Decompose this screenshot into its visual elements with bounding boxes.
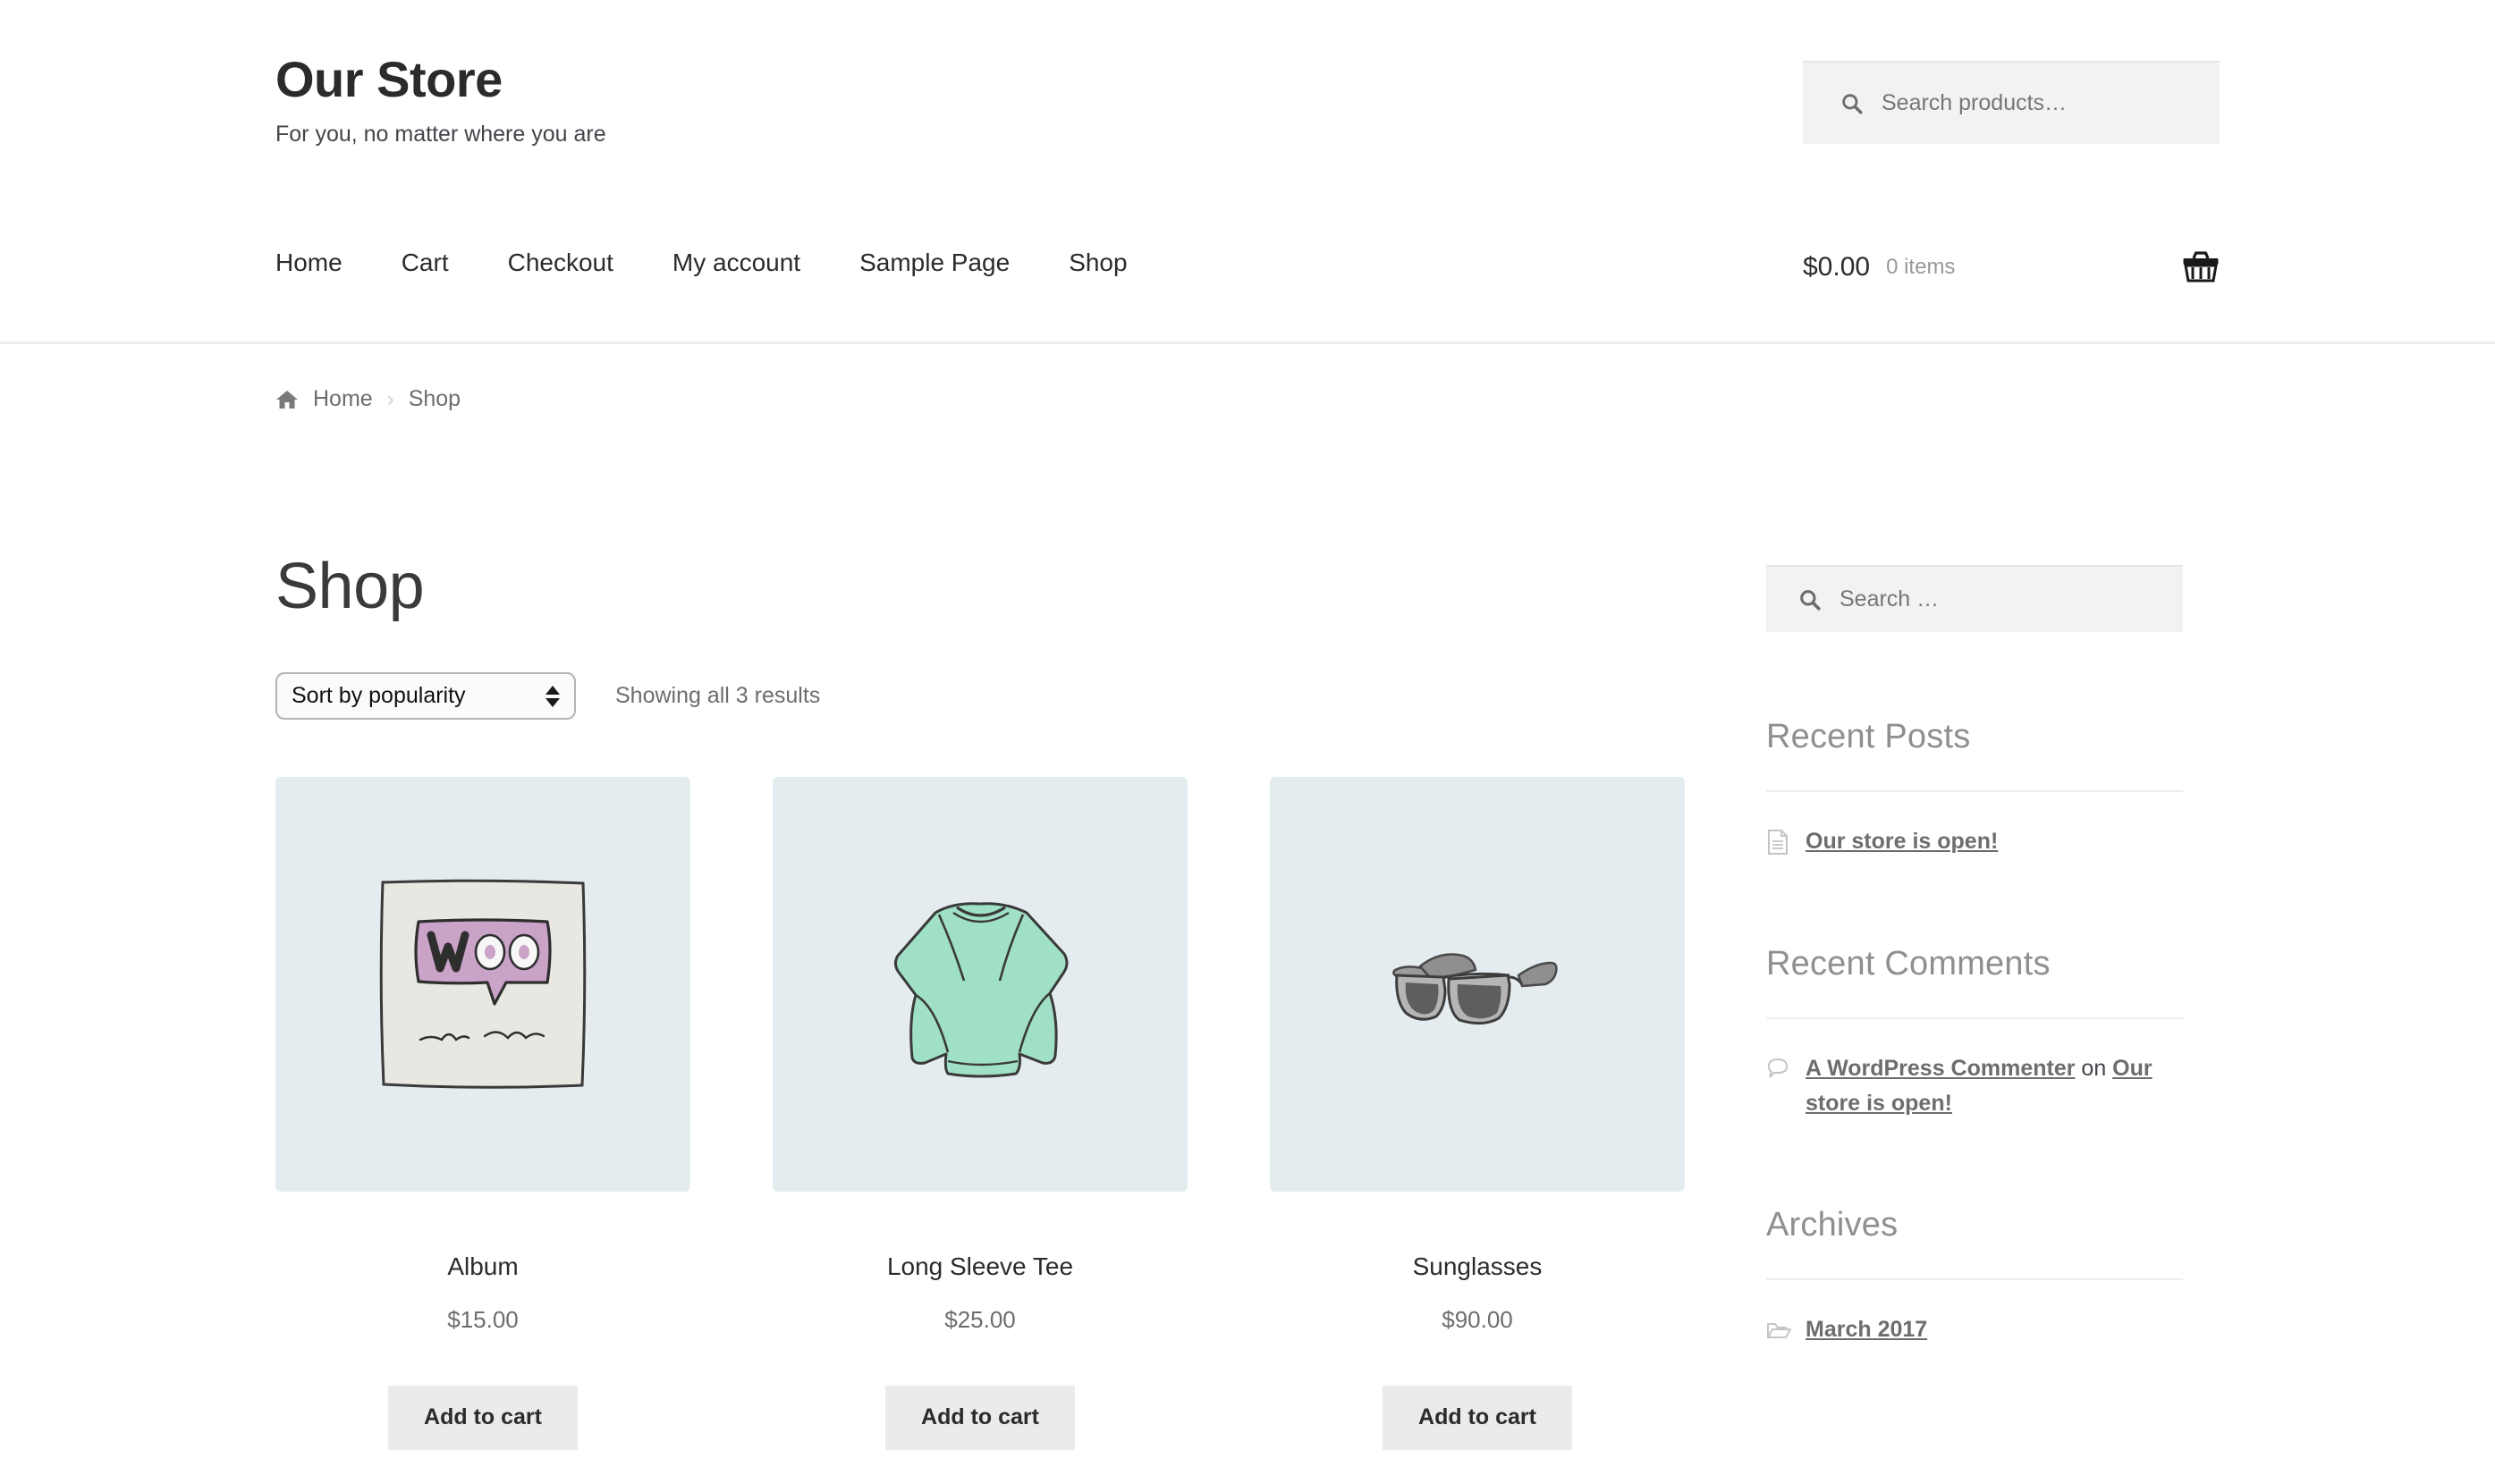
widget-recent-comments: Recent Comments A WordPress Commenter on… <box>1766 945 2183 1121</box>
breadcrumb: Home › Shop <box>275 386 461 412</box>
sort-select[interactable]: Sort by popularity <box>275 672 576 720</box>
cart-total: $0.00 <box>1803 252 1870 282</box>
basket-icon[interactable] <box>2182 250 2220 284</box>
list-item: A WordPress Commenter on Our store is op… <box>1766 1051 2183 1121</box>
primary-navigation: Home Cart Checkout My account Sample Pag… <box>275 249 1128 277</box>
product-grid: Album $15.00 Add to cart <box>275 777 1670 1450</box>
recent-posts-list: Our store is open! <box>1766 824 2183 859</box>
comment-icon <box>1766 1056 1789 1083</box>
product-card[interactable]: Sunglasses $90.00 Add to cart <box>1270 777 1685 1450</box>
product-image-long-sleeve-tee[interactable] <box>773 777 1188 1192</box>
list-item: Our store is open! <box>1766 824 2183 859</box>
site-branding: Our Store For you, no matter where you a… <box>275 52 606 148</box>
nav-item-cart[interactable]: Cart <box>402 249 449 277</box>
add-to-cart-button[interactable]: Add to cart <box>388 1386 578 1450</box>
shop-page: Our Store For you, no matter where you a… <box>0 0 2495 1484</box>
page-title: Shop <box>275 554 1670 619</box>
main-content: Shop Sort by popularity Showing all 3 re… <box>275 554 1670 1450</box>
search-icon <box>1840 92 1864 115</box>
widget-title: Recent Posts <box>1766 718 2183 792</box>
product-price: $90.00 <box>1270 1306 1685 1334</box>
chevron-updown-icon <box>546 686 560 707</box>
document-icon <box>1766 829 1789 856</box>
long-sleeve-tee-icon <box>846 850 1114 1118</box>
product-title[interactable]: Sunglasses <box>1270 1252 1685 1281</box>
product-title[interactable]: Long Sleeve Tee <box>773 1252 1188 1281</box>
add-to-cart-button[interactable]: Add to cart <box>885 1386 1075 1450</box>
result-count: Showing all 3 results <box>615 683 820 709</box>
breadcrumb-home[interactable]: Home <box>313 386 373 412</box>
nav-item-my-account[interactable]: My account <box>672 249 800 277</box>
product-search-field[interactable]: Search products… <box>1803 61 2220 144</box>
nav-item-sample-page[interactable]: Sample Page <box>859 249 1010 277</box>
woo-album-cover-icon <box>349 850 617 1118</box>
sidebar-search-field[interactable]: Search … <box>1766 565 2183 632</box>
sort-select-value: Sort by popularity <box>292 683 466 709</box>
comment-on-text: on <box>2075 1056 2112 1081</box>
list-item: March 2017 <box>1766 1312 2183 1347</box>
archive-link[interactable]: March 2017 <box>1806 1312 1927 1347</box>
product-card[interactable]: Album $15.00 Add to cart <box>275 777 690 1450</box>
sidebar-search-placeholder: Search … <box>1840 586 1939 612</box>
home-icon <box>275 389 299 410</box>
sidebar: Search … Recent Posts Our store is <box>1766 565 2183 1347</box>
site-tagline: For you, no matter where you are <box>275 122 606 148</box>
sunglasses-icon <box>1343 850 1611 1118</box>
product-image-sunglasses[interactable] <box>1270 777 1685 1192</box>
product-image-album[interactable] <box>275 777 690 1192</box>
cart-summary[interactable]: $0.00 0 items <box>1803 250 2220 284</box>
widget-title: Archives <box>1766 1206 2183 1280</box>
nav-item-checkout[interactable]: Checkout <box>508 249 613 277</box>
folder-icon <box>1766 1317 1789 1344</box>
widget-archives: Archives March 2017 <box>1766 1206 2183 1347</box>
recent-comment-entry: A WordPress Commenter on Our store is op… <box>1806 1051 2183 1121</box>
shop-toolbar: Sort by popularity Showing all 3 results <box>275 672 1670 720</box>
product-card[interactable]: Long Sleeve Tee $25.00 Add to cart <box>773 777 1188 1450</box>
nav-item-shop[interactable]: Shop <box>1069 249 1127 277</box>
product-price: $25.00 <box>773 1306 1188 1334</box>
breadcrumb-current: Shop <box>409 386 461 412</box>
cart-item-count: 0 items <box>1886 255 1955 280</box>
product-title[interactable]: Album <box>275 1252 690 1281</box>
widget-title: Recent Comments <box>1766 945 2183 1019</box>
recent-comments-list: A WordPress Commenter on Our store is op… <box>1766 1051 2183 1121</box>
archives-list: March 2017 <box>1766 1312 2183 1347</box>
search-icon <box>1798 588 1822 611</box>
product-price: $15.00 <box>275 1306 690 1334</box>
product-search-placeholder: Search products… <box>1882 90 2067 116</box>
breadcrumb-separator: › <box>387 387 394 412</box>
site-header: Our Store For you, no matter where you a… <box>0 0 2495 344</box>
widget-recent-posts: Recent Posts Our store is open! <box>1766 718 2183 859</box>
recent-post-link[interactable]: Our store is open! <box>1806 824 1998 859</box>
comment-author-link[interactable]: A WordPress Commenter <box>1806 1056 2075 1081</box>
add-to-cart-button[interactable]: Add to cart <box>1383 1386 1572 1450</box>
site-title[interactable]: Our Store <box>275 52 606 107</box>
nav-item-home[interactable]: Home <box>275 249 343 277</box>
